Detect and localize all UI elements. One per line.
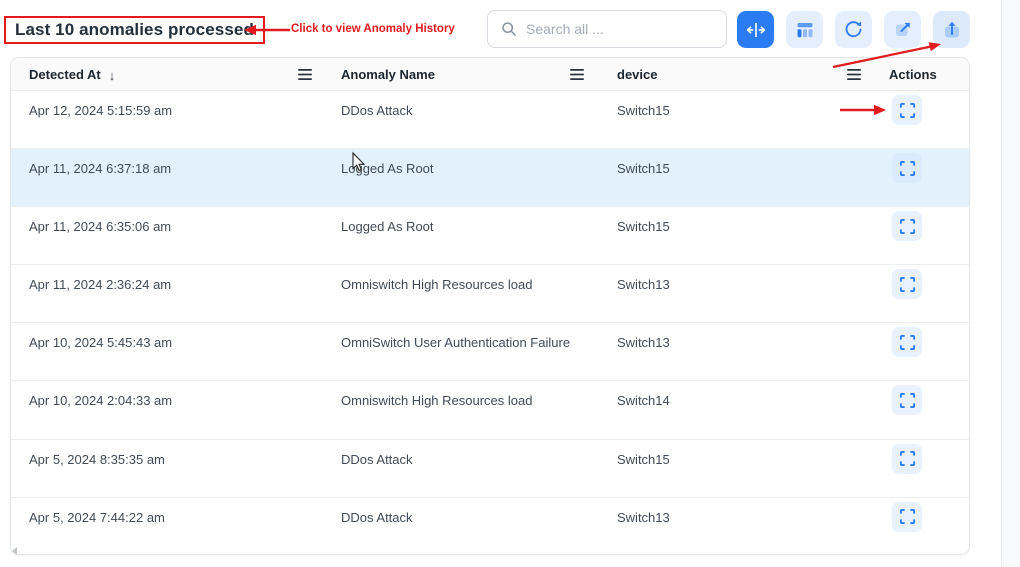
device-cell: Switch13	[617, 277, 670, 292]
anomaly-history-title-box: Last 10 anomalies processed	[4, 16, 265, 44]
autosize-columns-icon	[745, 19, 767, 41]
anomaly-name-cell: Omniswitch High Resources load	[341, 393, 532, 408]
export-button[interactable]	[933, 11, 970, 48]
table-row[interactable]: Apr 5, 2024 8:35:35 am DDos Attack Switc…	[11, 440, 969, 498]
anomaly-dashboard: Last 10 anomalies processed Click to vie…	[0, 0, 1020, 567]
table-header-row: Detected At ↓ Anomaly Name device Actions	[11, 58, 969, 91]
table-row[interactable]: Apr 11, 2024 6:37:18 am Logged As Root S…	[11, 149, 969, 207]
scrollbar-arrow	[12, 547, 17, 555]
anomaly-name-cell: OmniSwitch User Authentication Failure	[341, 335, 570, 350]
additional-info-button[interactable]	[892, 385, 922, 415]
anomaly-name-cell: DDos Attack	[341, 452, 413, 467]
additional-info-button[interactable]	[892, 95, 922, 125]
additional-info-button[interactable]	[892, 211, 922, 241]
additional-info-button[interactable]	[892, 153, 922, 183]
column-menu-icon[interactable]	[297, 68, 313, 81]
search-input[interactable]	[526, 21, 706, 37]
sort-descending-icon: ↓	[109, 59, 116, 92]
additional-info-button[interactable]	[892, 269, 922, 299]
anomalies-table: Detected At ↓ Anomaly Name device Actions…	[10, 57, 970, 555]
open-external-icon	[893, 20, 913, 40]
search-icon	[501, 21, 517, 37]
search-box	[487, 10, 727, 48]
panel-edge	[1001, 0, 1020, 567]
table-body: Apr 12, 2024 5:15:59 am DDos Attack Swit…	[11, 91, 969, 555]
column-header-device[interactable]: device	[617, 58, 657, 91]
detected-at-cell: Apr 5, 2024 7:44:22 am	[29, 510, 165, 525]
additional-info-button[interactable]	[892, 502, 922, 532]
table-row[interactable]: Apr 11, 2024 6:35:06 am Logged As Root S…	[11, 207, 969, 265]
columns-button[interactable]	[786, 11, 823, 48]
detected-at-cell: Apr 10, 2024 5:45:43 am	[29, 335, 172, 350]
expand-icon	[899, 392, 916, 409]
detected-at-cell: Apr 12, 2024 5:15:59 am	[29, 103, 172, 118]
table-row[interactable]: Apr 10, 2024 2:04:33 am Omniswitch High …	[11, 381, 969, 439]
device-cell: Switch13	[617, 335, 670, 350]
column-header-anomaly-name[interactable]: Anomaly Name	[341, 58, 435, 91]
anomaly-name-cell: Omniswitch High Resources load	[341, 277, 532, 292]
expand-icon	[899, 276, 916, 293]
device-cell: Switch14	[617, 393, 670, 408]
column-menu-icon[interactable]	[569, 68, 585, 81]
additional-info-button[interactable]	[892, 444, 922, 474]
device-cell: Switch15	[617, 219, 670, 234]
refresh-icon	[843, 19, 864, 40]
table-row[interactable]: Apr 10, 2024 5:45:43 am OmniSwitch User …	[11, 323, 969, 381]
expand-icon	[899, 508, 916, 525]
open-external-button[interactable]	[884, 11, 921, 48]
anomaly-name-cell: DDos Attack	[341, 103, 413, 118]
device-cell: Switch15	[617, 161, 670, 176]
table-row[interactable]: Apr 12, 2024 5:15:59 am DDos Attack Swit…	[11, 91, 969, 149]
columns-icon	[795, 20, 815, 40]
table-row[interactable]: Apr 5, 2024 7:44:22 am DDos Attack Switc…	[11, 498, 969, 555]
anomaly-name-cell: DDos Attack	[341, 510, 413, 525]
detected-at-cell: Apr 11, 2024 2:36:24 am	[29, 277, 171, 292]
anomaly-name-cell: Logged As Root	[341, 219, 434, 234]
detected-at-cell: Apr 10, 2024 2:04:33 am	[29, 393, 172, 408]
column-header-detected-at[interactable]: Detected At ↓	[29, 58, 115, 91]
annotation-title-note: Click to view Anomaly History	[291, 23, 455, 36]
anomaly-name-cell: Logged As Root	[341, 161, 434, 176]
column-header-actions: Actions	[889, 58, 937, 91]
expand-icon	[899, 160, 916, 177]
expand-icon	[899, 102, 916, 119]
detected-at-cell: Apr 11, 2024 6:35:06 am	[29, 219, 171, 234]
refresh-button[interactable]	[835, 11, 872, 48]
autosize-columns-button[interactable]	[737, 11, 774, 48]
export-icon	[942, 20, 962, 40]
additional-info-button[interactable]	[892, 327, 922, 357]
table-row[interactable]: Apr 11, 2024 2:36:24 am Omniswitch High …	[11, 265, 969, 323]
device-cell: Switch15	[617, 452, 670, 467]
expand-icon	[899, 450, 916, 467]
expand-icon	[899, 218, 916, 235]
column-label: Detected At	[29, 67, 101, 82]
detected-at-cell: Apr 5, 2024 8:35:35 am	[29, 452, 165, 467]
expand-icon	[899, 334, 916, 351]
page-title[interactable]: Last 10 anomalies processed	[15, 20, 254, 40]
device-cell: Switch15	[617, 103, 670, 118]
device-cell: Switch13	[617, 510, 670, 525]
column-menu-icon[interactable]	[846, 68, 862, 81]
detected-at-cell: Apr 11, 2024 6:37:18 am	[29, 161, 171, 176]
